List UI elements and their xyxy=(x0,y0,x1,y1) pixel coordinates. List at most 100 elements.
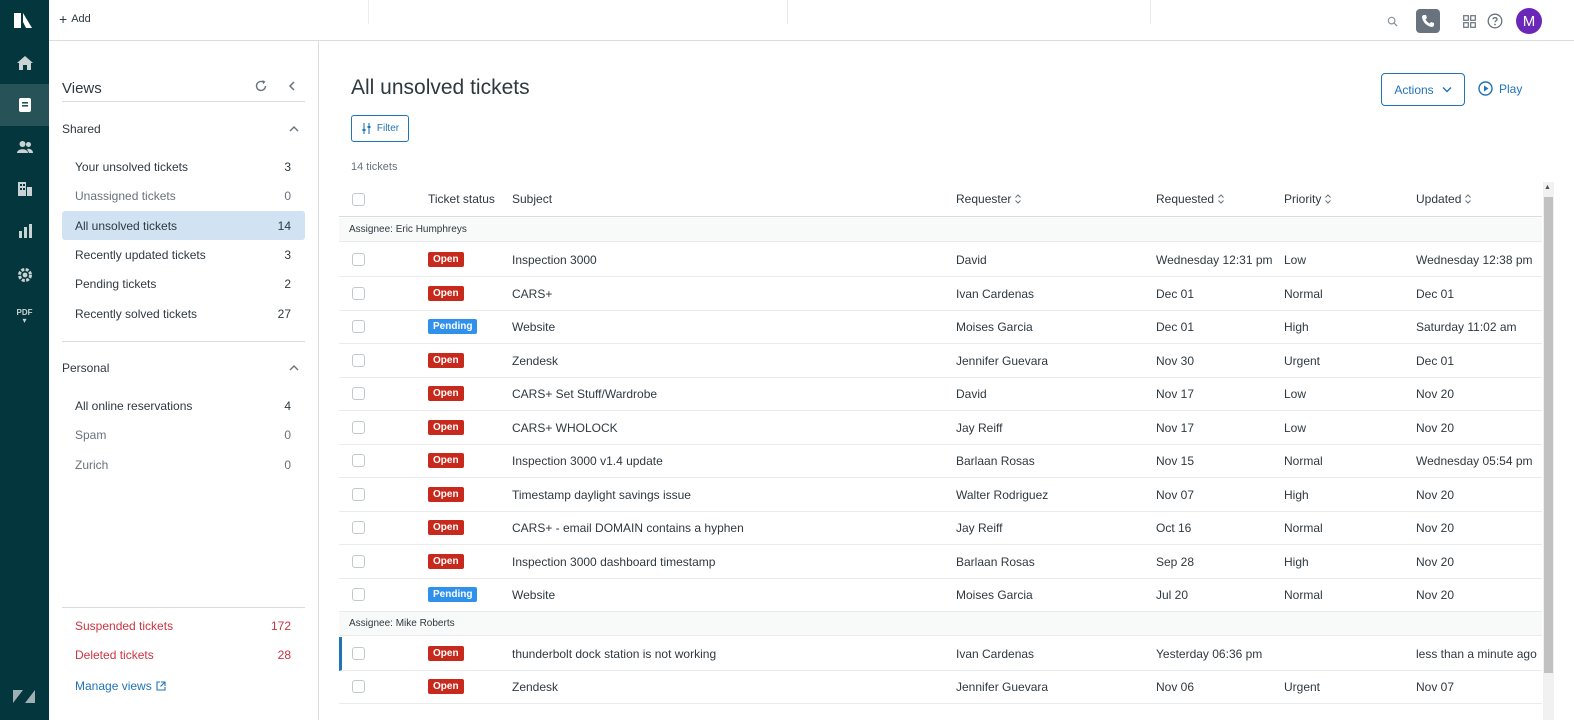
header-priority[interactable]: Priority xyxy=(1284,192,1332,206)
table-row[interactable]: Open Zendesk Jennifer Guevara Nov 30 Urgent D… xyxy=(339,344,1542,378)
header-requested[interactable]: Requested xyxy=(1156,192,1224,206)
header-ticket-status[interactable]: Ticket status xyxy=(428,192,495,206)
view-recently-solved[interactable]: Recently solved tickets 27 xyxy=(62,299,305,328)
table-row[interactable]: Open CARS+ Ivan Cardenas Dec 01 Normal Dec 01 xyxy=(339,277,1542,311)
talk-phone-button[interactable] xyxy=(1416,9,1440,33)
admin-gear-icon[interactable] xyxy=(0,254,49,296)
shared-section-toggle[interactable]: Shared xyxy=(62,122,305,136)
help-icon[interactable] xyxy=(1486,12,1504,30)
row-checkbox[interactable] xyxy=(352,521,365,534)
table-row[interactable]: Open Inspection 3000 David Wednesday 12:31 … xyxy=(339,243,1542,277)
play-label: Play xyxy=(1499,81,1523,96)
status-badge: Open xyxy=(428,486,464,502)
table-row[interactable]: Pending Website Moises Garcia Dec 01 High Sat… xyxy=(339,310,1542,344)
assignee-group-header: Assignee: Mike Roberts xyxy=(339,611,1542,636)
chevron-down-icon xyxy=(1442,87,1452,93)
header-updated[interactable]: Updated xyxy=(1416,192,1472,206)
priority-cell: High xyxy=(1284,320,1309,334)
subject-cell[interactable]: Inspection 3000 xyxy=(512,253,597,267)
row-checkbox[interactable] xyxy=(352,353,365,367)
zendesk-support-logo-icon[interactable] xyxy=(12,10,36,32)
row-checkbox[interactable] xyxy=(352,680,365,693)
row-checkbox[interactable] xyxy=(352,253,365,266)
updated-cell: Saturday 11:02 am xyxy=(1416,320,1517,334)
table-row[interactable]: Open Inspection 3000 v1.4 update Barlaan R… xyxy=(339,444,1542,478)
row-checkbox[interactable] xyxy=(352,487,365,501)
table-row[interactable]: Open Zendesk Jennifer Guevara Nov 06 Urgent N… xyxy=(339,670,1542,704)
row-checkbox[interactable] xyxy=(352,387,365,400)
table-row[interactable]: Open Inspection 3000 dashboard timestamp B… xyxy=(339,545,1542,579)
updated-cell: less than a minute ago xyxy=(1416,646,1537,661)
reporting-icon[interactable] xyxy=(0,210,49,252)
header-subject[interactable]: Subject xyxy=(512,192,552,206)
view-your-unsolved[interactable]: Your unsolved tickets 3 xyxy=(62,152,305,181)
apps-grid-icon[interactable] xyxy=(1460,12,1478,30)
header-requester[interactable]: Requester xyxy=(956,192,1022,206)
view-deleted-tickets[interactable]: Deleted tickets 28 xyxy=(62,640,305,669)
personal-section-toggle[interactable]: Personal xyxy=(62,361,305,375)
refresh-icon[interactable] xyxy=(254,79,268,96)
priority-cell: High xyxy=(1284,487,1309,502)
subject-cell[interactable]: thunderbolt dock station is not working xyxy=(512,647,716,661)
status-badge: Open xyxy=(428,419,464,435)
search-icon[interactable] xyxy=(1383,12,1401,30)
home-icon[interactable] xyxy=(0,42,49,84)
select-all-checkbox[interactable] xyxy=(352,193,365,206)
row-checkbox[interactable] xyxy=(352,454,365,467)
table-row[interactable]: Open CARS+ Set Stuff/Wardrobe David Nov 17 L… xyxy=(339,377,1542,411)
table-row[interactable]: Open CARS+ - email DOMAIN contains a hyph… xyxy=(339,511,1542,545)
view-recently-updated[interactable]: Recently updated tickets 3 xyxy=(62,240,305,269)
organizations-icon[interactable] xyxy=(0,168,49,210)
row-checkbox[interactable] xyxy=(352,286,365,300)
view-unassigned[interactable]: Unassigned tickets 0 xyxy=(62,181,305,210)
row-checkbox[interactable] xyxy=(352,646,365,660)
row-checkbox[interactable] xyxy=(352,320,365,333)
row-checkbox[interactable] xyxy=(352,420,365,434)
subject-cell[interactable]: Website xyxy=(512,588,555,602)
table-scrollbar[interactable]: ▲ xyxy=(1543,182,1554,720)
tab-divider xyxy=(787,0,788,24)
actions-label: Actions xyxy=(1394,82,1434,97)
subject-cell[interactable]: CARS+ xyxy=(512,287,552,301)
view-all-unsolved[interactable]: All unsolved tickets 14 xyxy=(62,211,305,240)
header-label: Ticket status xyxy=(428,192,495,206)
subject-cell[interactable]: Zendesk xyxy=(512,354,558,368)
requested-cell: Sep 28 xyxy=(1156,554,1195,569)
user-avatar[interactable]: M xyxy=(1516,8,1542,34)
collapse-panel-icon[interactable] xyxy=(287,79,297,96)
subject-cell[interactable]: Inspection 3000 dashboard timestamp xyxy=(512,555,715,569)
table-row[interactable]: Open CARS+ WHOLOCK Jay Reiff Nov 17 Low Nov 2… xyxy=(339,411,1542,445)
table-row[interactable]: Open thunderbolt dock station is not work… xyxy=(339,636,1542,671)
scrollbar-thumb[interactable] xyxy=(1544,197,1553,673)
subject-cell[interactable]: CARS+ Set Stuff/Wardrobe xyxy=(512,387,657,401)
view-zurich[interactable]: Zurich 0 xyxy=(62,450,305,479)
views-icon[interactable] xyxy=(0,84,49,126)
requested-cell: Nov 30 xyxy=(1156,353,1195,368)
subject-cell[interactable]: Timestamp daylight savings issue xyxy=(512,488,691,502)
play-button[interactable]: Play xyxy=(1478,81,1522,96)
table-row[interactable]: Pending Website Moises Garcia Jul 20 Normal N… xyxy=(339,578,1542,612)
requester-cell: Ivan Cardenas xyxy=(956,286,1035,301)
view-online-reservations[interactable]: All online reservations 4 xyxy=(62,391,305,420)
view-label: Recently solved tickets xyxy=(75,306,198,321)
row-checkbox[interactable] xyxy=(352,588,365,601)
subject-cell[interactable]: CARS+ - email DOMAIN contains a hyphen xyxy=(512,521,744,535)
subject-cell[interactable]: Inspection 3000 v1.4 update xyxy=(512,454,663,468)
customers-icon[interactable] xyxy=(0,126,49,168)
scroll-up-arrow-icon[interactable]: ▲ xyxy=(1544,184,1551,191)
subject-cell[interactable]: Website xyxy=(512,320,555,334)
add-button[interactable]: + Add xyxy=(59,12,91,26)
actions-dropdown-button[interactable]: Actions xyxy=(1381,73,1465,106)
requested-cell: Dec 01 xyxy=(1156,286,1195,301)
view-pending[interactable]: Pending tickets 2 xyxy=(62,269,305,298)
table-row[interactable]: Open Timestamp daylight savings issue Walt… xyxy=(339,478,1542,512)
status-badge: Open xyxy=(428,553,464,569)
pdf-app-icon[interactable]: PDF ▾ xyxy=(0,296,49,338)
subject-cell[interactable]: CARS+ WHOLOCK xyxy=(512,421,618,435)
filter-button[interactable]: Filter xyxy=(351,115,409,142)
manage-views-link[interactable]: Manage views xyxy=(75,679,166,693)
view-spam[interactable]: Spam 0 xyxy=(62,420,305,449)
view-suspended-tickets[interactable]: Suspended tickets 172 xyxy=(62,611,305,640)
row-checkbox[interactable] xyxy=(352,554,365,568)
subject-cell[interactable]: Zendesk xyxy=(512,680,558,694)
